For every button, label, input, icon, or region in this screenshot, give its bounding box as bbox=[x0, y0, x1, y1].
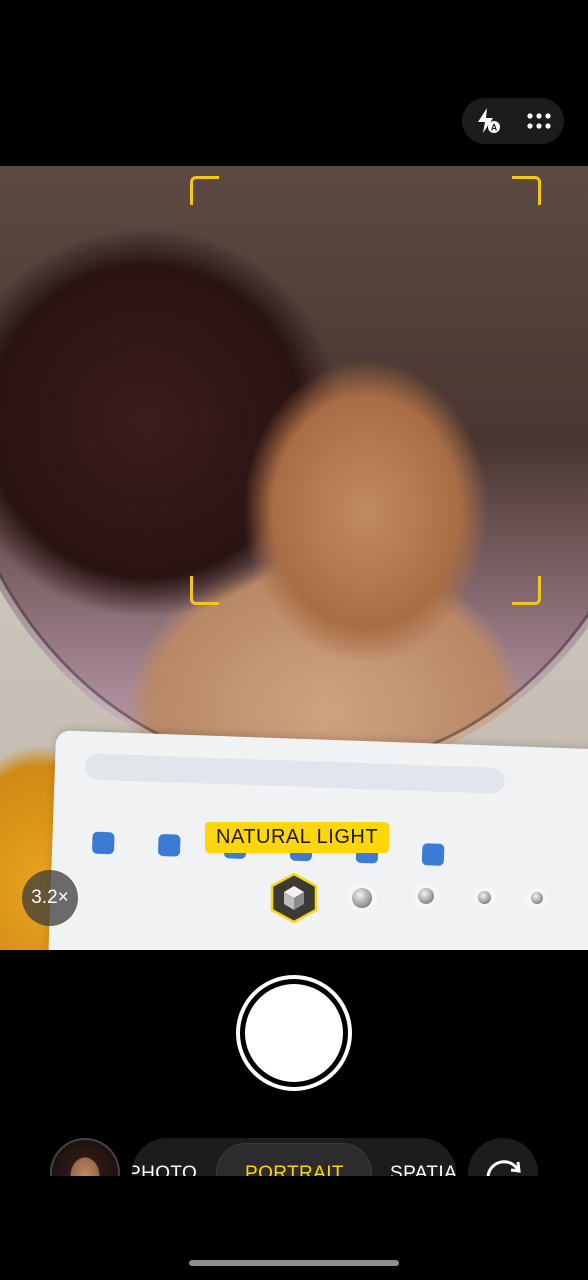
camera-flip-button[interactable] bbox=[468, 1138, 538, 1176]
more-options-button[interactable] bbox=[521, 103, 557, 139]
viewfinder-subject-mirror bbox=[0, 166, 588, 778]
natural-light-cube-icon[interactable] bbox=[270, 872, 318, 924]
mode-photo[interactable]: PHOTO bbox=[132, 1163, 197, 1176]
flash-auto-icon: A bbox=[477, 108, 500, 133]
focus-bracket-top-right bbox=[512, 176, 541, 205]
focus-bracket-bottom-left bbox=[190, 576, 219, 605]
stage-light-dot[interactable] bbox=[478, 891, 491, 904]
studio-light-dot[interactable] bbox=[352, 888, 372, 908]
shutter-button[interactable] bbox=[236, 975, 352, 1091]
home-indicator[interactable] bbox=[189, 1260, 399, 1266]
tablet-search-bar bbox=[84, 753, 506, 794]
lighting-effect-label: NATURAL LIGHT bbox=[205, 822, 390, 853]
more-grid-icon bbox=[526, 113, 551, 129]
camera-viewfinder[interactable]: NATURAL LIGHT 3.2× bbox=[0, 166, 588, 950]
shutter-icon bbox=[245, 984, 343, 1082]
focus-bracket-top-left bbox=[190, 176, 219, 205]
flash-auto-button[interactable]: A bbox=[470, 103, 506, 139]
bottom-mode-bar: PHOTO PORTRAIT SPATIAL bbox=[0, 1130, 588, 1176]
mode-portrait[interactable]: PORTRAIT bbox=[245, 1163, 344, 1176]
stage-mono-dot[interactable] bbox=[531, 892, 543, 904]
last-photo-thumbnail[interactable] bbox=[50, 1138, 120, 1176]
focus-bracket-bottom-right bbox=[512, 576, 541, 605]
svg-text:A: A bbox=[490, 123, 497, 133]
camera-flip-icon bbox=[486, 1160, 521, 1176]
mode-selector: PHOTO PORTRAIT SPATIAL bbox=[132, 1138, 456, 1176]
zoom-level-button[interactable]: 3.2× bbox=[22, 870, 78, 926]
top-controls-pill: A bbox=[462, 98, 564, 144]
mode-spatial[interactable]: SPATIAL bbox=[390, 1163, 456, 1176]
contour-light-dot[interactable] bbox=[418, 888, 434, 904]
